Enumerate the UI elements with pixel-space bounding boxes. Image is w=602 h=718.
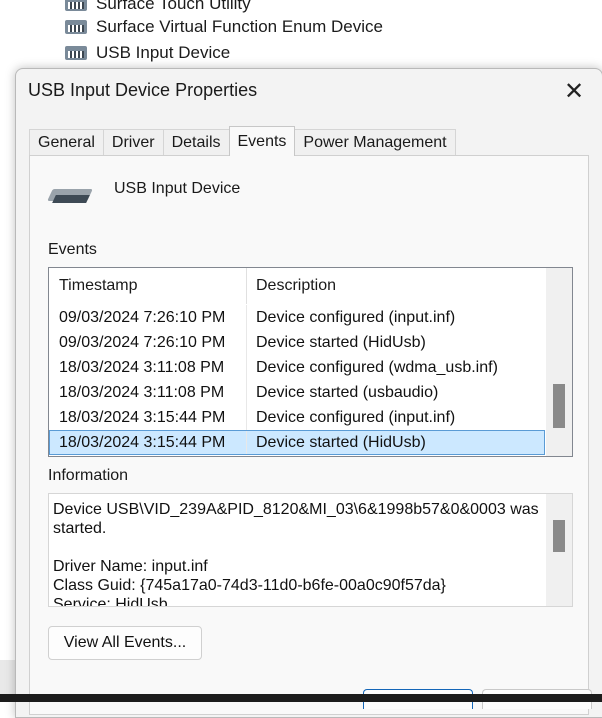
tree-item-label: Surface Touch Utility — [96, 0, 251, 13]
timestamp-cell: 09/03/2024 7:26:10 PM — [49, 305, 247, 330]
information-label: Information — [48, 467, 129, 484]
description-cell: Device started (HidUsb) — [256, 333, 426, 351]
timestamp-cell: 18/03/2024 3:15:44 PM — [49, 405, 247, 430]
view-all-events-button[interactable]: View All Events... — [48, 626, 202, 660]
properties-dialog: USB Input Device Properties ✕ General Dr… — [15, 68, 602, 718]
information-text: Device USB\VID_239A&PID_8120&MI_03\6&199… — [53, 501, 539, 607]
tree-item-label: USB Input Device — [96, 43, 231, 62]
table-row[interactable]: 18/03/2024 3:15:44 PM Device started (Hid… — [49, 430, 545, 455]
events-rows: 09/03/2024 7:26:10 PM Device configured (… — [49, 305, 545, 455]
scrollbar-thumb[interactable] — [553, 520, 565, 552]
events-scrollbar[interactable] — [546, 268, 572, 456]
description-cell: Device configured (input.inf) — [256, 408, 456, 426]
tree-item-label: Surface Virtual Function Enum Device — [96, 17, 383, 36]
timestamp-cell: 09/03/2024 7:26:10 PM — [49, 330, 247, 355]
description-cell: Device started (usbaudio) — [256, 383, 439, 401]
events-list-header: Timestamp Description — [49, 268, 545, 304]
column-header-description[interactable]: Description — [247, 268, 545, 304]
tree-item[interactable]: USB Input Device — [64, 41, 230, 65]
tab-bar: General Driver Details Events Power Mana… — [29, 126, 456, 156]
background-window-edge — [0, 660, 16, 694]
information-box[interactable]: Device USB\VID_239A&PID_8120&MI_03\6&199… — [48, 493, 573, 607]
tab-details[interactable]: Details — [162, 129, 230, 155]
device-icon — [64, 17, 88, 37]
table-row[interactable]: 18/03/2024 3:11:08 PM Device started (usb… — [49, 380, 545, 405]
table-row[interactable]: 09/03/2024 7:26:10 PM Device started (Hid… — [49, 330, 545, 355]
taskbar — [0, 694, 602, 702]
description-cell: Device started (HidUsb) — [256, 433, 426, 451]
timestamp-cell: 18/03/2024 3:11:08 PM — [49, 380, 247, 405]
tree-item[interactable]: Surface Virtual Function Enum Device — [64, 15, 383, 39]
device-tree: Surface Touch Utility Surface Virtual Fu… — [0, 0, 602, 70]
device-icon — [64, 43, 88, 63]
timestamp-cell: 18/03/2024 3:15:44 PM — [49, 430, 247, 455]
events-list[interactable]: Timestamp Description 09/03/2024 7:26:10… — [48, 267, 573, 457]
title-bar[interactable]: USB Input Device Properties ✕ — [16, 69, 602, 115]
tab-general[interactable]: General — [29, 129, 104, 155]
information-scrollbar[interactable] — [546, 494, 572, 606]
events-label: Events — [48, 241, 97, 258]
scrollbar-thumb[interactable] — [553, 384, 565, 428]
tab-power-management[interactable]: Power Management — [294, 129, 456, 155]
table-row[interactable]: 09/03/2024 7:26:10 PM Device configured (… — [49, 305, 545, 330]
device-icon — [64, 0, 88, 14]
device-name: USB Input Device — [114, 180, 241, 197]
dialog-title: USB Input Device Properties — [28, 80, 258, 100]
device-header: USB Input Device — [47, 179, 241, 211]
table-row[interactable]: 18/03/2024 3:15:44 PM Device configured (… — [49, 405, 545, 430]
description-cell: Device configured (input.inf) — [256, 308, 456, 326]
usb-device-icon — [47, 179, 96, 211]
timestamp-cell: 18/03/2024 3:11:08 PM — [49, 355, 247, 380]
table-row[interactable]: 18/03/2024 3:11:08 PM Device configured (… — [49, 355, 545, 380]
close-icon[interactable]: ✕ — [560, 77, 588, 105]
tab-events[interactable]: Events — [228, 126, 296, 156]
tab-driver[interactable]: Driver — [102, 129, 164, 155]
column-header-timestamp[interactable]: Timestamp — [49, 268, 247, 304]
tree-item[interactable]: Surface Touch Utility — [64, 0, 251, 16]
description-cell: Device configured (wdma_usb.inf) — [256, 358, 498, 376]
